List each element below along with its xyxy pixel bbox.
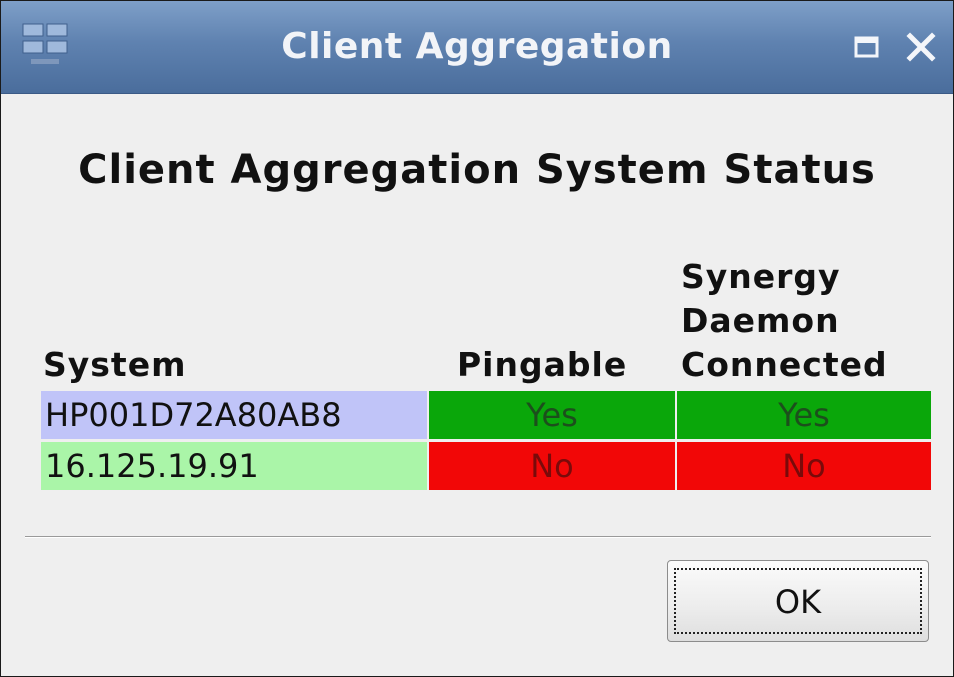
status-heading: Client Aggregation System Status bbox=[78, 147, 876, 193]
dialog-window: Client Aggregation Client Aggregation Sy… bbox=[0, 0, 954, 677]
ok-button[interactable]: OK bbox=[667, 560, 929, 642]
maximize-icon[interactable] bbox=[849, 29, 885, 65]
column-header-synergy-line2: Daemon bbox=[681, 301, 840, 340]
column-header-synergy-line3: Connected bbox=[681, 345, 888, 384]
row-2-system-cell: 16.125.19.91 bbox=[41, 442, 427, 490]
app-grid-icon[interactable] bbox=[21, 21, 69, 69]
close-icon[interactable] bbox=[903, 29, 939, 65]
row-2-synergy-cell: No bbox=[677, 442, 931, 490]
row-1-synergy-cell: Yes bbox=[677, 391, 931, 439]
row-1-system-cell: HP001D72A80AB8 bbox=[41, 391, 427, 439]
column-header-synergy-line1: Synergy bbox=[681, 257, 841, 296]
ok-button-label: OK bbox=[774, 583, 822, 621]
column-header-system: System bbox=[43, 345, 187, 384]
row-1-pingable-cell: Yes bbox=[429, 391, 675, 439]
separator bbox=[25, 536, 931, 538]
title-bar[interactable]: Client Aggregation bbox=[1, 1, 953, 94]
window-title: Client Aggregation bbox=[281, 26, 673, 67]
row-2-pingable-cell: No bbox=[429, 442, 675, 490]
column-header-synergy: Synergy Daemon Connected bbox=[681, 255, 888, 387]
column-header-pingable: Pingable bbox=[457, 345, 628, 384]
